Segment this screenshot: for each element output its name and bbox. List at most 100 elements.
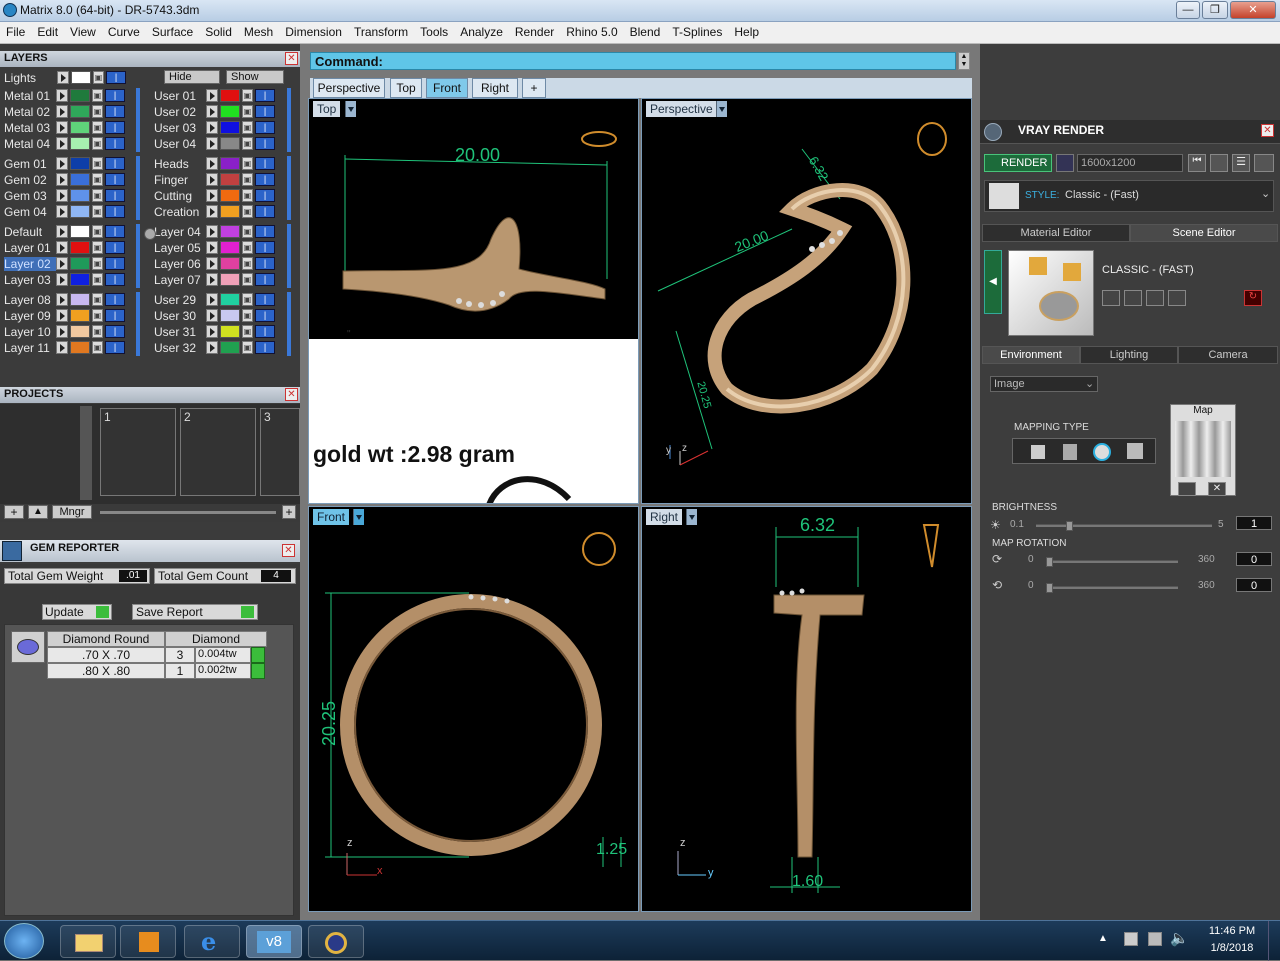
layer-row[interactable]: Layer 01 ▣ | [4,240,144,256]
layer-color-swatch[interactable] [70,173,90,186]
layer-lock-icon[interactable]: ▣ [242,173,253,186]
reset-scene-icon[interactable]: ↻ [1244,290,1262,306]
layer-row[interactable]: Finger ▣ | [154,172,294,188]
layer-color-swatch[interactable] [70,225,90,238]
layer-color-swatch[interactable] [70,137,90,150]
layer-lock-icon[interactable]: ▣ [242,105,253,118]
menu-item-mesh[interactable]: Mesh [238,22,279,39]
mapping-cube-icon[interactable] [1063,444,1077,460]
up-arrow-icon[interactable]: ▲ [28,505,48,519]
layer-color-swatch[interactable] [220,205,240,218]
top-viewport[interactable]: Top 20.00 " gold wt :2.98 gram [308,98,639,504]
frame-icon[interactable] [1210,154,1228,172]
menu-item-file[interactable]: File [0,22,31,39]
layer-row[interactable]: Metal 02 ▣ | [4,104,144,120]
tab-scene-editor[interactable]: Scene Editor [1130,224,1278,242]
render-options-icon[interactable] [1056,154,1074,172]
layer-visibility-icon[interactable]: | [255,225,275,238]
layer-name[interactable]: Default [4,225,56,239]
style-selector[interactable]: STYLE: Classic - (Fast) ⌄ [984,180,1274,212]
collapse-left-icon[interactable]: ◀ [984,250,1002,314]
media-player-icon[interactable] [120,925,176,958]
manager-button[interactable]: Mngr [52,505,92,519]
layer-name[interactable]: Metal 04 [4,137,56,151]
layer-lock-icon[interactable]: ▣ [92,341,103,354]
layer-arrow-icon[interactable] [206,293,218,306]
layer-visibility-icon[interactable]: | [105,205,125,218]
layer-lock-icon[interactable]: ▣ [242,341,253,354]
tab-front[interactable]: Front [426,78,468,98]
layer-name[interactable]: Gem 01 [4,157,56,171]
layer-lock-icon[interactable]: ▣ [92,325,103,338]
layer-arrow-icon[interactable] [206,273,218,286]
layer-arrow-icon[interactable] [56,257,68,270]
show-desktop-button[interactable] [1268,921,1280,961]
layer-name[interactable]: Metal 03 [4,121,56,135]
layer-visibility-icon[interactable]: | [255,89,275,102]
menu-item-dimension[interactable]: Dimension [279,22,348,39]
project-slot-1[interactable]: 1 [100,408,176,496]
layer-visibility-icon[interactable]: | [105,293,125,306]
layer-visibility-icon[interactable]: | [105,225,125,238]
menu-item-curve[interactable]: Curve [102,22,146,39]
layer-visibility-icon[interactable]: | [255,137,275,150]
layer-lock-icon[interactable]: ▣ [242,205,253,218]
layer-arrow-icon[interactable] [206,341,218,354]
rotation-value[interactable]: 0 [1236,552,1272,566]
layer-name[interactable]: Gem 02 [4,173,56,187]
tab-add-icon[interactable]: + [522,78,546,98]
layer-name[interactable]: Layer 06 [154,257,206,271]
layer-row[interactable]: Layer 07 ▣ | [154,272,294,288]
menu-item-surface[interactable]: Surface [146,22,199,39]
internet-explorer-icon[interactable]: e [184,925,240,958]
layer-arrow-icon[interactable] [206,89,218,102]
layer-visibility-icon[interactable]: | [255,121,275,134]
tab-right[interactable]: Right [472,78,518,98]
layer-lock-icon[interactable]: ▣ [242,189,253,202]
layer-row[interactable]: Heads ▣ | [154,156,294,172]
menu-item-transform[interactable]: Transform [348,22,414,39]
layer-visibility-icon[interactable]: | [255,257,275,270]
command-scroll-icon[interactable]: ▲ ▼ [958,52,970,70]
layers-close-icon[interactable]: ✕ [285,52,298,65]
layer-arrow-icon[interactable] [56,341,68,354]
save-report-button[interactable]: Save Report [132,604,258,620]
map-remove-icon[interactable]: ✕ [1208,482,1226,496]
layer-arrow-icon[interactable] [56,225,68,238]
minimize-button[interactable]: — [1176,1,1200,19]
layer-row[interactable]: Layer 05 ▣ | [154,240,294,256]
clock-date[interactable]: 1/8/2018 [1204,942,1260,954]
projects-slider[interactable] [100,511,276,514]
layer-arrow-icon[interactable] [206,309,218,322]
layer-name[interactable]: User 03 [154,121,206,135]
save-scene-icon[interactable] [1102,290,1120,306]
layer-visibility-icon[interactable]: | [105,341,125,354]
menu-item-rhino-5-0[interactable]: Rhino 5.0 [560,22,623,39]
layer-arrow-icon[interactable] [206,205,218,218]
layer-arrow-icon[interactable] [206,121,218,134]
menu-item-analyze[interactable]: Analyze [454,22,509,39]
layer-color-swatch[interactable] [70,189,90,202]
menu-item-help[interactable]: Help [728,22,765,39]
layer-arrow-icon[interactable] [56,173,68,186]
layer-row[interactable]: Gem 04 ▣ | [4,204,144,220]
layer-name[interactable]: Layer 02 [4,257,56,271]
tray-network-icon[interactable] [1148,932,1162,946]
layer-row[interactable]: Creation ▣ | [154,204,294,220]
collapse-handle-icon[interactable] [144,228,156,240]
layer-row[interactable]: User 29 ▣ | [154,292,294,308]
layer-color-swatch[interactable] [220,309,240,322]
layer-arrow-icon[interactable] [56,241,68,254]
projects-scrollbar[interactable] [80,406,92,500]
menu-item-tools[interactable]: Tools [414,22,454,39]
layer-lock-icon[interactable]: ▣ [92,205,103,218]
layer-lock-icon[interactable]: ▣ [242,241,253,254]
layer-row[interactable]: Layer 03 ▣ | [4,272,144,288]
layer-lock-icon[interactable]: ▣ [92,257,103,270]
layer-arrow-icon[interactable] [56,89,68,102]
layer-name[interactable]: Layer 10 [4,325,56,339]
menu-item-view[interactable]: View [64,22,102,39]
layer-visibility-icon[interactable]: | [105,137,125,150]
layer-arrow-icon[interactable] [56,205,68,218]
file-explorer-icon[interactable] [60,925,116,958]
